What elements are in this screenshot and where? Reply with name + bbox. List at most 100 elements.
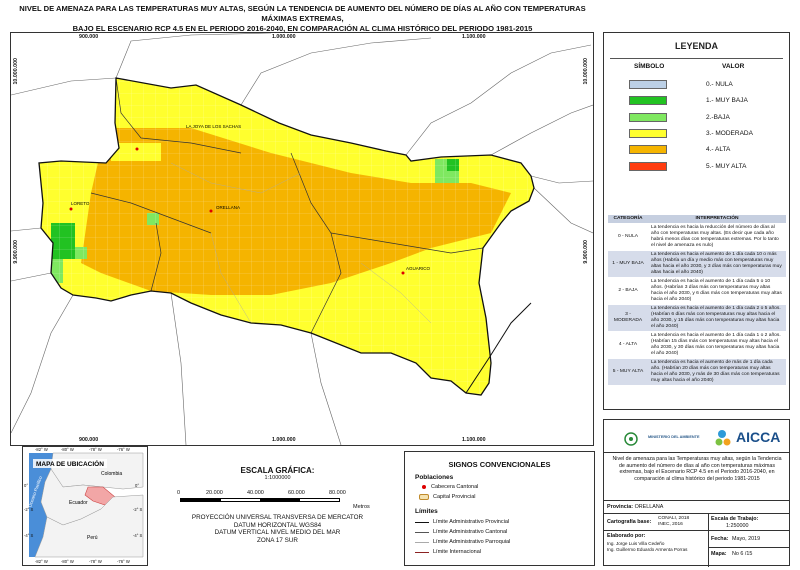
capital-icon bbox=[419, 494, 429, 500]
cabecera-label: Cabecera Cantonal bbox=[431, 484, 479, 490]
y-tick-right: 9.900.000 bbox=[583, 240, 589, 264]
legend-label: 0.- NULA bbox=[706, 81, 733, 88]
loc-top-tick: -82° W bbox=[35, 447, 48, 452]
legend-label: 4.- ALTA bbox=[706, 146, 731, 154]
location-map-panel: Oceano Pacifico Colombia Ecuador Perú MA… bbox=[22, 446, 148, 566]
label-colombia: Colombia bbox=[101, 471, 122, 477]
interp-category: 5 - MUY ALTA bbox=[608, 358, 648, 385]
interp-text: La tendencia es hacia el aumento de 1 dí… bbox=[648, 277, 786, 305]
legend-label: 1.- MUY BAJA bbox=[706, 97, 748, 105]
main-map: LA JOYA DE LOS SACHAS LORETO ORELLANA AG… bbox=[11, 33, 593, 445]
label-orellana: ORELLANA bbox=[216, 205, 240, 210]
scale-title: ESCALA GRÁFICA: bbox=[240, 466, 315, 475]
elab-author-1: Ing. Jorge Luis Villa Cedeño bbox=[607, 541, 665, 546]
loc-right-tick: 0° bbox=[135, 483, 140, 488]
loc-bottom-tick: -78° W bbox=[89, 559, 102, 564]
legend-label: 2.-BAJA bbox=[706, 113, 730, 121]
info-panel: MINISTERIO DEL AMBIENTE AICCA Nivel de a… bbox=[603, 419, 790, 567]
interp-category: 1 - MUY BAJA bbox=[608, 250, 648, 278]
mapa-value: No 6 /15 bbox=[732, 551, 753, 557]
loc-bottom-tick: -80° W bbox=[61, 559, 74, 564]
loc-right-tick: -2° S bbox=[133, 507, 143, 512]
signs-panel: SIGNOS CONVENCIONALES Poblaciones Cabece… bbox=[404, 451, 595, 566]
interp-row: 2 - BAJA La tendencia es hacia el aumento… bbox=[608, 277, 786, 305]
interpretation-table: CATEGORÍA INTERPRETACIÓN 0 - NULA La tend… bbox=[608, 214, 786, 385]
scale-bar bbox=[180, 498, 340, 502]
scale-tick: 20.000 bbox=[206, 490, 223, 496]
scale-ratio: 1:1000000 bbox=[264, 475, 291, 481]
interp-row: 0 - NULA La tendencia es hacia la reducci… bbox=[608, 223, 786, 251]
loc-left-tick: 0° bbox=[24, 483, 29, 488]
town-marker bbox=[69, 207, 73, 211]
legend-swatch bbox=[629, 96, 667, 106]
loc-left-tick: -4° S bbox=[24, 533, 34, 538]
loc-top-tick: -78° W bbox=[89, 447, 102, 452]
ministry-logo bbox=[618, 430, 644, 448]
base-label: Cartografía base: bbox=[607, 519, 652, 525]
x-tick-top: 900.000 bbox=[79, 34, 99, 40]
loc-right-tick: -4° S bbox=[133, 533, 143, 538]
interp-row: 5 - MUY ALTA La tendencia es hacia el aum… bbox=[608, 358, 786, 385]
elab-author-2: Ing. Guillermo Eduardo Armenta Porras bbox=[607, 547, 688, 552]
label-sachas: LA JOYA DE LOS SACHAS bbox=[186, 124, 241, 129]
x-tick-top: 1.100.000 bbox=[462, 34, 486, 40]
legend-label: 5.- MUY ALTA bbox=[706, 162, 747, 170]
fecha-label: Fecha: bbox=[711, 536, 729, 542]
limits-title: Límites bbox=[415, 508, 438, 515]
x-tick-bottom: 1.000.000 bbox=[272, 437, 296, 443]
limit-label: Límite Internacional bbox=[433, 549, 481, 555]
y-tick-left: 10.000.000 bbox=[13, 58, 19, 85]
loc-top-tick: -76° W bbox=[117, 447, 130, 452]
legend-label: 3.- MODERADA bbox=[706, 129, 753, 137]
scale-tick: 80.000 bbox=[329, 490, 346, 496]
label-loreto: LORETO bbox=[71, 201, 90, 206]
capital-label: Capital Provincial bbox=[433, 494, 476, 500]
location-map-title: MAPA DE UBICACIÓN bbox=[36, 459, 104, 468]
legend-swatch bbox=[629, 112, 667, 122]
interp-category: 3 - MODERADA bbox=[608, 304, 648, 332]
cantonal-limit-icon bbox=[415, 532, 429, 533]
loc-top-tick: -80° W bbox=[61, 447, 74, 452]
scale-work-label: Escala de Trabajo: bbox=[711, 516, 759, 522]
town-marker bbox=[135, 147, 139, 151]
map-title: NIVEL DE AMENAZA PARA LAS TEMPERATURAS M… bbox=[19, 4, 586, 33]
legend-col-value: VALOR bbox=[722, 63, 745, 70]
x-tick-bottom: 900.000 bbox=[79, 437, 99, 443]
provincia-label: Provincia: bbox=[607, 504, 634, 510]
base-value: CONALI, 2018 INEC, 2016 bbox=[658, 516, 690, 527]
legend-swatch bbox=[629, 161, 667, 171]
provincial-limit-icon bbox=[415, 522, 429, 523]
interp-text: La tendencia es hacia el aumento de 1 dí… bbox=[648, 250, 786, 278]
mapa-label: Mapa: bbox=[711, 551, 727, 557]
ministry-name: MINISTERIO DEL AMBIENTE bbox=[648, 435, 700, 439]
label-peru: Perú bbox=[87, 535, 98, 541]
location-map: Oceano Pacifico Colombia Ecuador Perú MA… bbox=[27, 452, 144, 558]
town-marker bbox=[401, 271, 405, 275]
interp-text: La tendencia es hacia la reducción del n… bbox=[648, 223, 786, 251]
populations-title: Poblaciones bbox=[415, 474, 454, 481]
fecha-value: Mayo, 2019 bbox=[732, 536, 761, 542]
scale-tick: 40.000 bbox=[247, 490, 264, 496]
international-limit-icon bbox=[415, 552, 429, 553]
grid-lines bbox=[39, 78, 534, 395]
scale-unit: Metros bbox=[353, 504, 370, 510]
interp-category: 4 - ALTA bbox=[608, 331, 648, 359]
scale-tick: 0 bbox=[177, 490, 181, 496]
legend-swatch bbox=[629, 128, 667, 138]
interp-row: 3 - MODERADA La tendencia es hacia el aum… bbox=[608, 304, 786, 332]
legend-title: LEYENDA bbox=[674, 41, 718, 51]
aicca-logo-text: AICCA bbox=[736, 429, 781, 445]
limit-label: Límite Administrativo Parroquial bbox=[433, 539, 511, 545]
colombia-shape bbox=[50, 452, 144, 490]
parish-limit-icon bbox=[415, 542, 429, 543]
map-description: Nivel de amenaza para las Temperaturas m… bbox=[612, 456, 782, 482]
interp-category: 0 - NULA bbox=[608, 223, 648, 251]
main-map-frame: LA JOYA DE LOS SACHAS LORETO ORELLANA AG… bbox=[10, 32, 594, 446]
interp-category: 2 - BAJA bbox=[608, 277, 648, 305]
interp-text: La tendencia es hacia el aumento de 1 dí… bbox=[648, 331, 786, 359]
loc-bottom-tick: -82° W bbox=[35, 559, 48, 564]
scale-work-value: 1:250000 bbox=[726, 523, 749, 529]
elab-label: Elaborado por: bbox=[607, 533, 646, 539]
town-marker bbox=[209, 209, 213, 213]
limit-label: Límite Administrativo Provincial bbox=[433, 519, 510, 525]
